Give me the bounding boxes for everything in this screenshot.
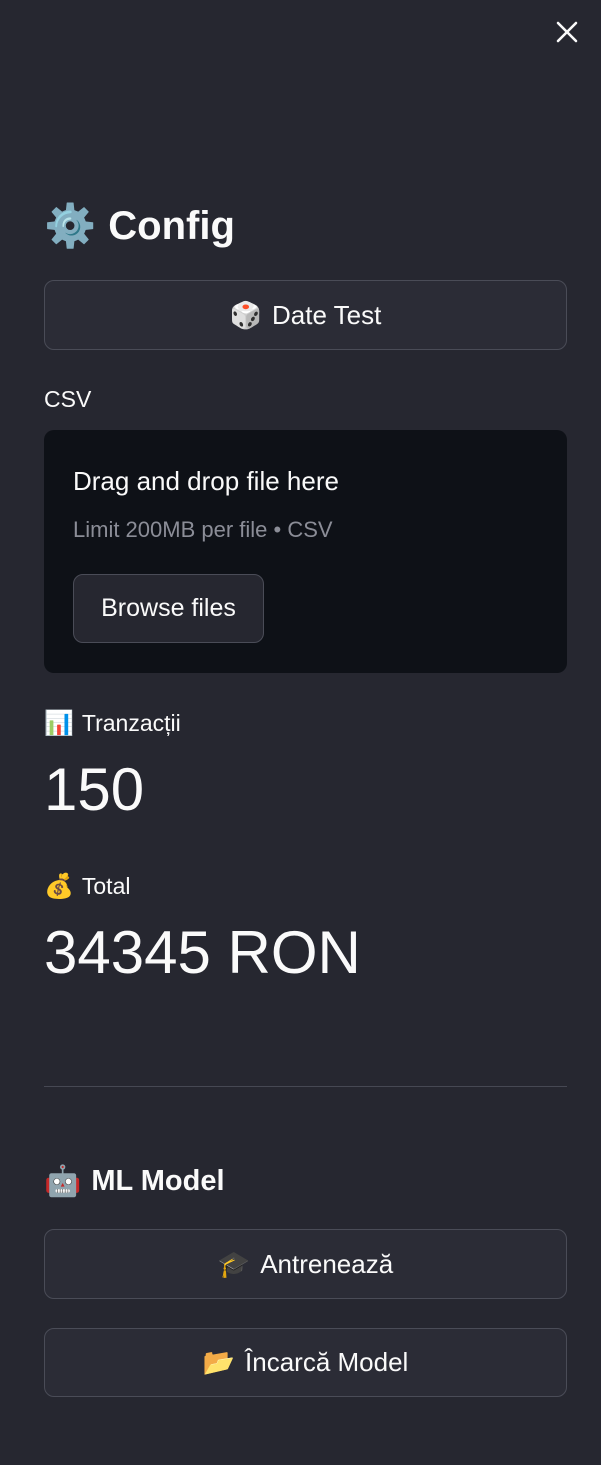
dropzone-title: Drag and drop file here [73, 466, 339, 496]
train-button[interactable]: 🎓 Antrenează [44, 1229, 567, 1299]
graduation-cap-icon: 🎓 [217, 1248, 251, 1279]
train-button-label: Antrenează [260, 1248, 394, 1279]
csv-dropzone[interactable]: Drag and drop file here Limit 200MB per … [44, 430, 567, 673]
date-test-button[interactable]: 🎲 Date Test [44, 280, 567, 350]
open-folder-icon: 📂 [202, 1347, 236, 1377]
transactions-metric-label: 📊 Tranzacții [44, 709, 181, 738]
money-bag-icon: 💰 [44, 873, 74, 900]
close-icon [556, 21, 578, 43]
ml-model-heading-text: ML Model [91, 1164, 225, 1197]
csv-uploader-label: CSV [44, 386, 92, 412]
transactions-metric-value: 150 [44, 756, 145, 823]
transactions-label-text: Tranzacții [81, 710, 181, 736]
close-sidebar-button[interactable] [551, 16, 583, 48]
config-heading: ⚙️ Config [44, 198, 235, 254]
load-model-button[interactable]: 📂 Încarcă Model [44, 1328, 567, 1397]
dice-icon: 🎲 [229, 299, 262, 330]
total-metric-label: 💰 Total [44, 872, 130, 901]
date-test-button-label: Date Test [272, 299, 382, 330]
robot-icon: 🤖 [44, 1164, 82, 1198]
total-label-text: Total [81, 873, 131, 899]
dropzone-subtitle: Limit 200MB per file • CSV [73, 517, 333, 542]
browse-files-button[interactable]: Browse files [73, 574, 264, 643]
total-metric-value: 34345 RON [44, 919, 361, 986]
divider [44, 1086, 567, 1087]
load-model-button-label: Încarcă Model [245, 1347, 409, 1377]
gear-icon: ⚙️ [44, 201, 97, 249]
sidebar: ⚙️ Config 🎲 Date Test CSV Drag and drop … [0, 0, 601, 1465]
bar-chart-icon: 📊 [44, 710, 74, 737]
ml-model-heading: 🤖 ML Model [44, 1160, 225, 1202]
config-heading-text: Config [108, 203, 235, 248]
